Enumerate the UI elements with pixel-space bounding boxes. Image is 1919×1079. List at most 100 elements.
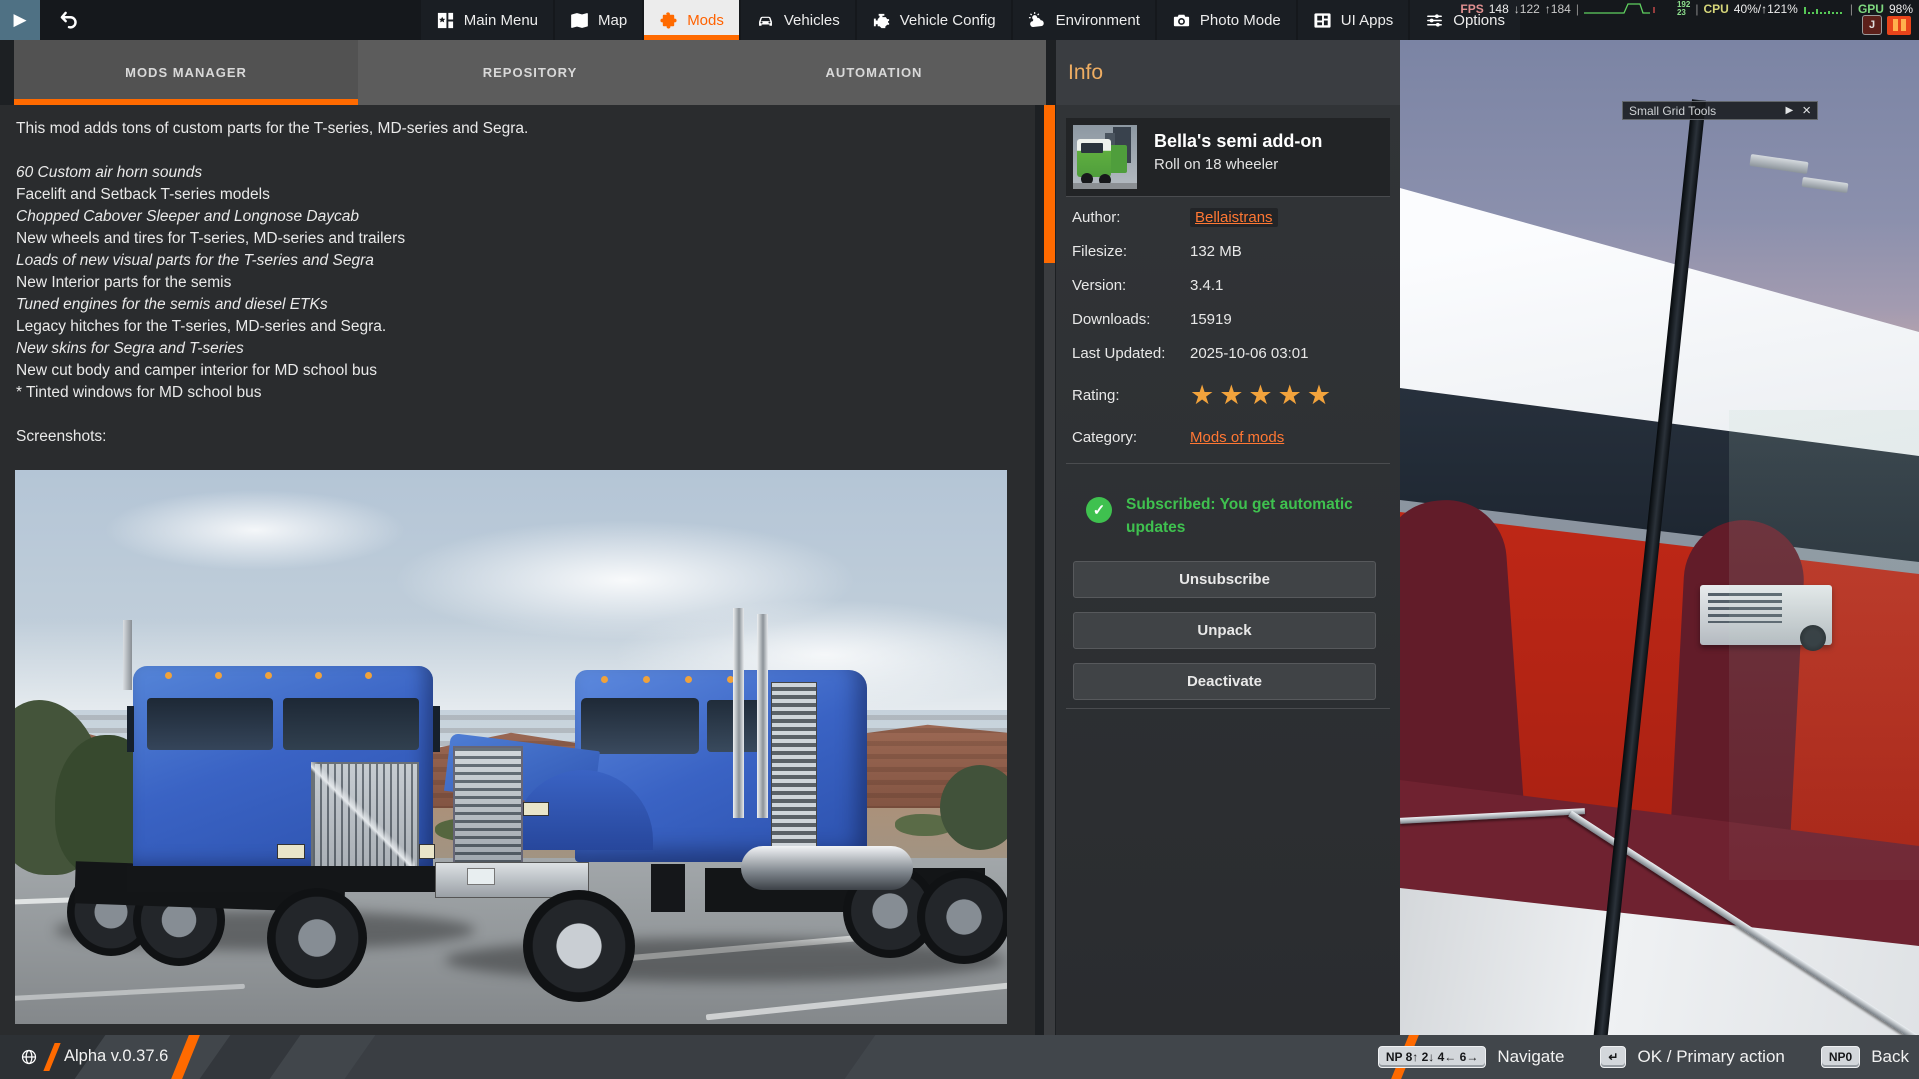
screenshots-label: Screenshots: [16,428,107,445]
rating-stars: ★★★★★ [1190,380,1337,410]
detail-row-last-updated: Last Updated: 2025-10-06 03:01 [1072,343,1388,363]
tab-label: REPOSITORY [482,65,578,80]
nav-item-mods[interactable]: Mods [644,0,739,40]
roof-light [601,676,608,683]
divider [1066,463,1390,464]
mod-details: Author: Bellaistrans Filesize: 132 MB Ve… [1072,207,1388,461]
game-3d-viewport[interactable]: Small Grid Tools ▶ × [1400,40,1919,1035]
performance-stats: FPS 148 ↓122 ↑184 | 192 23 | CPU 40%/↑121… [1460,0,1913,17]
mod-action-buttons: Unsubscribe Unpack Deactivate [1073,561,1376,700]
ok-hint-label: OK / Primary action [1637,1047,1785,1066]
tab-mods-manager[interactable]: MODS MANAGER [14,40,358,105]
nav-label: Environment [1055,11,1140,29]
floating-window-title: Small Grid Tools [1629,103,1717,118]
window-play-button[interactable]: ▶ [1786,105,1794,116]
pause-bar [1892,19,1898,31]
unpack-button[interactable]: Unpack [1073,612,1376,649]
undo-button[interactable] [42,0,96,40]
joystick-key-button[interactable]: J [1862,15,1882,35]
tab-label: AUTOMATION [825,65,923,80]
fps-graph [1583,3,1655,14]
footer-shadow-streak [344,1035,876,1079]
map-icon [571,12,588,28]
nav-item-vehicle-config[interactable]: Vehicle Config [856,0,1011,40]
unsubscribe-button[interactable]: Unsubscribe [1073,561,1376,598]
windshield [581,698,699,754]
pause-bar [1900,19,1906,31]
headlight [277,844,305,859]
windshield-glass-tint [1729,410,1919,880]
detail-row-rating: Rating: ★★★★★ [1072,377,1388,413]
pause-physics-button[interactable] [1887,15,1911,35]
apps-grid-icon [1314,12,1331,28]
top-nav-bar: ▶ Main Menu Map Mods Vehicles Vehicle Co… [0,0,1919,40]
wheel [917,870,1007,964]
globe-icon [21,1049,37,1065]
mods-puzzle-icon [660,11,677,29]
category-link[interactable]: Mods of mods [1190,429,1284,446]
fuel-tank [741,846,913,890]
grille-stripe [311,762,415,866]
fps-low: ↓122 [1513,2,1540,16]
detail-value: 132 MB [1190,242,1242,260]
mod-summary-card: Bella's semi add-on Roll on 18 wheeler [1066,118,1390,197]
fps-graph-range: 192 23 [1676,0,1691,17]
nav-label: Mods [687,11,724,29]
thumb-ground [1073,183,1137,189]
detail-label: Filesize: [1072,242,1128,260]
mod-description-text: This mod adds tons of custom parts for t… [16,118,528,448]
wheel [267,888,367,988]
np0-keycap: NP0 [1820,1046,1861,1068]
roof-light [165,672,172,679]
nav-item-photo-mode[interactable]: Photo Mode [1156,0,1296,40]
headlight [523,802,549,816]
navigate-hint-label: Navigate [1497,1047,1565,1066]
tab-automation[interactable]: AUTOMATION [702,40,1046,105]
tab-label: MODS MANAGER [125,65,247,80]
enter-keycap: ↵ [1600,1046,1627,1068]
gpu-value: 98% [1888,2,1913,16]
windshield [283,698,419,750]
subscription-message: Subscribed: You get automatic updates [1126,496,1353,536]
system-indicators: J [1862,15,1911,35]
nav-item-vehicles[interactable]: Vehicles [740,0,855,40]
deactivate-button[interactable]: Deactivate [1073,663,1376,700]
car-icon [758,16,772,26]
nav-label: Map [598,11,628,29]
detail-label: Last Updated: [1072,344,1166,362]
detail-label: Version: [1072,276,1127,294]
mod-info-panel: Bella's semi add-on Roll on 18 wheeler A… [1056,105,1400,1035]
window-close-button[interactable]: × [1802,102,1811,119]
navigate-keycap: NP 8↑ 2↓ 4← 6→ [1377,1046,1487,1068]
detail-row-version: Version: 3.4.1 [1072,275,1388,295]
front-grille [453,746,523,868]
feature-line: 60 Custom air horn sounds [16,164,203,181]
feature-line: New cut body and camper interior for MD … [16,362,377,379]
nav-item-map[interactable]: Map [555,0,643,40]
gpu-label: GPU [1857,2,1884,16]
nav-item-main-menu[interactable]: Main Menu [420,0,553,40]
chrome-hinge [1801,176,1849,194]
controller-hints: NP 8↑ 2↓ 4← 6→ Navigate ↵ OK / Primary a… [1377,1035,1909,1079]
undo-icon [60,11,77,29]
mods-scrollbar-thumb[interactable] [1044,105,1055,263]
author-link[interactable]: Bellaistrans [1190,207,1278,227]
mudflap [651,864,685,912]
nav-label: Photo Mode [1199,11,1281,29]
nav-item-ui-apps[interactable]: UI Apps [1297,0,1409,40]
cpu-label: CPU [1703,2,1729,16]
tab-repository[interactable]: REPOSITORY [358,40,702,105]
mods-tab-bar: MODS MANAGER REPOSITORY AUTOMATION [14,40,1046,105]
info-title: Info [1068,60,1104,84]
detail-row-downloads: Downloads: 15919 [1072,309,1388,329]
small-grid-tools-window[interactable]: Small Grid Tools ▶ × [1622,101,1818,120]
play-button[interactable]: ▶ [0,0,40,40]
nav-label: Vehicle Config [899,11,996,29]
nav-item-environment[interactable]: Environment [1012,0,1155,40]
feature-line: Facelift and Setback T-series models [16,186,270,203]
info-panel-header: Info [1056,40,1400,105]
exhaust-stack [733,608,744,818]
mods-scrollbar-track[interactable] [1044,105,1055,1035]
detail-value: 15919 [1190,310,1232,328]
mod-description-panel: This mod adds tons of custom parts for t… [0,105,1035,1035]
